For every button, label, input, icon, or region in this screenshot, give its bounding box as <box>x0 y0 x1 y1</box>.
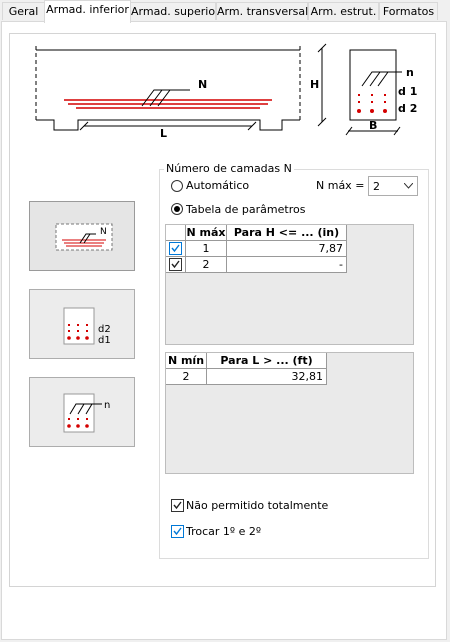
col-header-para-l: Para L > ... (ft) <box>207 353 327 369</box>
auto-radio[interactable] <box>171 180 183 192</box>
bottom-rebars <box>64 99 272 109</box>
table-row <box>166 241 186 257</box>
chevron-down-icon <box>404 183 413 189</box>
row-1-value[interactable]: 7,87 <box>227 241 347 257</box>
nao-permitido-label[interactable]: Não permitido totalmente <box>186 499 328 512</box>
layout-option-longitudinal-button[interactable]: N <box>29 201 135 271</box>
svg-text:d2: d2 <box>98 324 111 335</box>
nmax-value: 2 <box>373 180 380 193</box>
tab-geral[interactable]: Geral <box>2 2 45 20</box>
table-radio[interactable] <box>171 203 183 215</box>
nmax-table[interactable]: N máx Para H <= ... (in) 1 7,87 2 - <box>165 224 414 345</box>
label-h: H <box>310 78 319 91</box>
tab-arm-transversal[interactable]: Arm. transversal <box>216 2 308 20</box>
label-d1: d 1 <box>398 85 417 98</box>
row-para-l-value[interactable]: 32,81 <box>207 369 327 385</box>
section-diagram: n d 1 d 2 B <box>345 49 417 136</box>
col-header-nmin: N mín <box>166 353 207 369</box>
row-nmin[interactable]: 2 <box>166 369 207 385</box>
col-header-para-h: Para H <= ... (in) <box>227 225 347 241</box>
nmin-table[interactable]: N mín Para L > ... (ft) 2 32,81 <box>165 352 414 474</box>
tab-formatos[interactable]: Formatos <box>379 2 438 20</box>
row-2-checkbox[interactable] <box>169 258 182 271</box>
auto-radio-label[interactable]: Automático <box>186 179 249 192</box>
longitudinal-thumb-icon: N <box>55 223 113 251</box>
trocar-label[interactable]: Trocar 1º e 2º <box>186 525 261 538</box>
label-n: N <box>198 78 207 91</box>
row-2-value[interactable]: - <box>227 257 347 273</box>
trocar-checkbox[interactable] <box>171 525 184 538</box>
bundled-thumb-icon: n <box>63 393 110 433</box>
label-d2: d 2 <box>398 102 417 115</box>
nao-permitido-checkbox[interactable] <box>171 499 184 512</box>
label-b: B <box>369 119 377 132</box>
tab-bar: Geral Armad. inferior Armad. superior Ar… <box>0 0 450 23</box>
layers-group-title: Número de camadas N <box>164 162 294 175</box>
col-header-nmax: N máx <box>186 225 227 241</box>
row-1-nmax[interactable]: 1 <box>186 241 227 257</box>
nmax-label: N máx = <box>316 179 365 192</box>
svg-text:N: N <box>100 227 107 237</box>
svg-text:n: n <box>104 400 110 411</box>
label-l: L <box>160 127 167 140</box>
row-2-nmax[interactable]: 2 <box>186 257 227 273</box>
table-radio-label[interactable]: Tabela de parâmetros <box>186 203 305 216</box>
tab-armad-superior[interactable]: Armad. superior <box>130 2 220 20</box>
layout-option-bundled-button[interactable]: n <box>29 377 135 447</box>
vertical-layers-thumb-icon: d2 d1 <box>63 307 111 346</box>
table-row <box>166 257 186 273</box>
tab-arm-estrut[interactable]: Arm. estrut. <box>308 2 379 20</box>
tab-armad-inferior[interactable]: Armad. inferior <box>44 0 131 23</box>
label-n-section: n <box>406 66 414 79</box>
svg-text:d1: d1 <box>98 335 111 346</box>
beam-diagram: N L H <box>35 43 327 140</box>
nmax-select[interactable]: 2 <box>368 176 418 196</box>
layout-option-vertical-layers-button[interactable]: d2 d1 <box>29 289 135 359</box>
row-1-checkbox[interactable] <box>169 242 182 255</box>
